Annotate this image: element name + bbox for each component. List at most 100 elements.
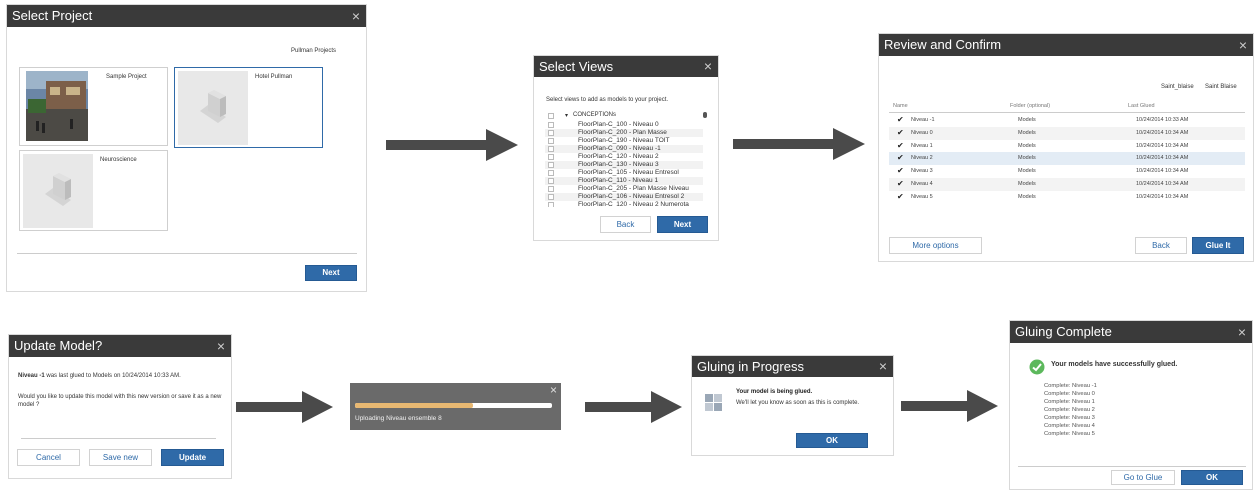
upload-status: Uploading Niveau ensemble 8 bbox=[355, 415, 442, 422]
go-to-glue-button[interactable]: Go to Glue bbox=[1111, 470, 1175, 485]
table-row[interactable]: ✔ Niveau 3 Models 10/24/2014 10:34 AM bbox=[889, 165, 1245, 179]
check-icon[interactable]: ✔ bbox=[897, 192, 904, 201]
review-table: Name Folder (optional) Last Glued ✔ Nivea… bbox=[889, 100, 1245, 204]
select-project-title-bar: Select Project × bbox=[7, 5, 366, 27]
update-model-info: Niveau -1 was last glued to Models on 10… bbox=[18, 373, 228, 379]
folder-name[interactable]: Models bbox=[1018, 117, 1036, 123]
check-icon[interactable]: ✔ bbox=[897, 153, 904, 162]
column-header: Folder (optional) bbox=[1010, 103, 1051, 109]
check-icon[interactable]: ✔ bbox=[897, 166, 904, 175]
check-icon[interactable]: ✔ bbox=[897, 141, 904, 150]
view-checkbox[interactable] bbox=[548, 178, 554, 184]
more-options-button[interactable]: More options bbox=[889, 237, 982, 254]
select-project-title: Select Project bbox=[12, 8, 93, 23]
glue-it-button[interactable]: Glue It bbox=[1192, 237, 1244, 254]
model-name: Niveau 4 bbox=[911, 181, 933, 187]
next-button[interactable]: Next bbox=[305, 265, 357, 281]
view-list-item[interactable]: FloorPlan-C_105 - Niveau Entresol bbox=[545, 169, 703, 177]
gluing-complete-heading: Your models have successfully glued. bbox=[1051, 361, 1178, 368]
last-glued-date: 10/24/2014 10:34 AM bbox=[1136, 142, 1189, 149]
progress-fill bbox=[355, 403, 474, 408]
view-list-item[interactable]: FloorPlan-C_200 - Plan Masse bbox=[545, 129, 703, 137]
folder-name[interactable]: Models bbox=[1018, 181, 1036, 187]
view-checkbox[interactable] bbox=[548, 154, 554, 160]
check-icon[interactable]: ✔ bbox=[897, 115, 904, 124]
view-list-item[interactable]: FloorPlan-C_090 - Niveau -1 bbox=[545, 145, 703, 153]
view-checkbox[interactable] bbox=[548, 162, 554, 168]
view-list-item[interactable]: FloorPlan-C_100 - Niveau 0 bbox=[545, 121, 703, 129]
update-model-title: Update Model? bbox=[14, 338, 103, 353]
close-icon[interactable]: × bbox=[550, 383, 557, 397]
update-button[interactable]: Update bbox=[161, 449, 224, 466]
close-icon[interactable]: × bbox=[1239, 34, 1247, 56]
close-icon[interactable]: × bbox=[704, 56, 712, 77]
view-list-item[interactable]: FloorPlan-C_106 - Niveau Entresol 2 bbox=[545, 193, 703, 201]
view-checkbox[interactable] bbox=[548, 138, 554, 144]
project-card-neuroscience[interactable]: Neuroscience bbox=[19, 150, 168, 231]
check-icon[interactable]: ✔ bbox=[897, 179, 904, 188]
views-list[interactable]: ▾ CONCEPTIONs FloorPlan-C_100 - Niveau 0… bbox=[545, 110, 708, 207]
ok-button[interactable]: OK bbox=[1181, 470, 1243, 485]
table-row[interactable]: ✔ Niveau 5 Models 10/24/2014 10:34 AM bbox=[889, 190, 1245, 204]
close-icon[interactable]: × bbox=[217, 335, 225, 357]
view-name: FloorPlan-C_106 - Niveau Entresol 2 bbox=[578, 193, 685, 200]
project-card-sample[interactable]: Sample Project bbox=[19, 67, 168, 146]
flow-arrow-icon bbox=[236, 391, 333, 423]
view-checkbox[interactable] bbox=[548, 202, 554, 207]
view-name: FloorPlan-C_130 - Niveau 3 bbox=[578, 161, 659, 168]
complete-item: Complete: Niveau 4 bbox=[1044, 423, 1095, 429]
select-views-title-bar: Select Views × bbox=[534, 56, 718, 77]
ok-button[interactable]: OK bbox=[796, 433, 868, 448]
table-row[interactable]: ✔ Niveau 1 Models 10/24/2014 10:34 AM bbox=[889, 139, 1245, 153]
view-list-item[interactable]: FloorPlan-C_190 - Niveau TOIT bbox=[545, 137, 703, 145]
building-icon bbox=[45, 173, 71, 206]
view-list-item[interactable]: FloorPlan-C_120 - Niveau 2 Numerota bbox=[545, 201, 703, 207]
back-button[interactable]: Back bbox=[1135, 237, 1187, 254]
table-row[interactable]: ✔ Niveau -1 Models 10/24/2014 10:33 AM bbox=[889, 114, 1245, 127]
model-name: Niveau 1 bbox=[911, 142, 933, 149]
folder-name[interactable]: Models bbox=[1018, 194, 1036, 200]
view-checkbox[interactable] bbox=[548, 194, 554, 200]
view-checkbox[interactable] bbox=[548, 130, 554, 136]
next-button[interactable]: Next bbox=[657, 216, 708, 233]
flow-arrow-icon bbox=[386, 129, 518, 161]
project-name: Sample Project bbox=[106, 74, 147, 80]
folder-checkbox[interactable] bbox=[548, 113, 554, 119]
folder-name[interactable]: Models bbox=[1018, 168, 1036, 174]
folder-name[interactable]: Models bbox=[1018, 143, 1036, 149]
complete-item: Complete: Niveau 3 bbox=[1044, 415, 1095, 421]
gluing-complete-title: Gluing Complete bbox=[1015, 324, 1112, 339]
view-checkbox[interactable] bbox=[548, 186, 554, 192]
table-row[interactable]: ✔ Niveau 0 Models 10/24/2014 10:34 AM bbox=[889, 126, 1245, 140]
save-new-button[interactable]: Save new bbox=[89, 449, 152, 466]
folder-name[interactable]: Models bbox=[1018, 130, 1036, 136]
view-list-item[interactable]: FloorPlan-C_110 - Niveau 1 bbox=[545, 177, 703, 185]
view-checkbox[interactable] bbox=[548, 122, 554, 128]
view-list-item[interactable]: FloorPlan-C_130 - Niveau 3 bbox=[545, 161, 703, 169]
model-name: Niveau 3 bbox=[911, 168, 933, 175]
table-row[interactable]: ✔ Niveau 4 Models 10/24/2014 10:34 AM bbox=[889, 178, 1245, 191]
scrollbar[interactable] bbox=[703, 112, 707, 118]
close-icon[interactable]: × bbox=[1238, 321, 1246, 343]
view-list-item[interactable]: FloorPlan-C_205 - Plan Masse Niveau bbox=[545, 185, 703, 193]
folder-name[interactable]: Models bbox=[1018, 155, 1036, 161]
close-icon[interactable]: × bbox=[879, 356, 887, 377]
review-project-name: Saint_blaise bbox=[1161, 84, 1194, 90]
hub-name: Pullman Projects bbox=[291, 48, 337, 54]
table-row[interactable]: ✔ Niveau 2 Models 10/24/2014 10:34 AM bbox=[889, 152, 1245, 166]
back-button[interactable]: Back bbox=[600, 216, 651, 233]
complete-item: Complete: Niveau 5 bbox=[1044, 431, 1095, 437]
view-checkbox[interactable] bbox=[548, 146, 554, 152]
divider bbox=[21, 438, 216, 439]
complete-list: Complete: Niveau -1 Complete: Niveau 0 Com… bbox=[1044, 382, 1224, 438]
last-glued-date: 10/24/2014 10:34 AM bbox=[1136, 129, 1189, 136]
check-icon[interactable]: ✔ bbox=[897, 128, 904, 137]
last-glued-date: 10/24/2014 10:34 AM bbox=[1136, 193, 1189, 200]
cancel-button[interactable]: Cancel bbox=[17, 449, 80, 466]
view-list-item[interactable]: FloorPlan-C_120 - Niveau 2 bbox=[545, 153, 703, 161]
project-card-hotel-pullman[interactable]: Hotel Pullman bbox=[174, 67, 323, 148]
view-name: FloorPlan-C_205 - Plan Masse Niveau bbox=[578, 185, 689, 192]
view-checkbox[interactable] bbox=[548, 170, 554, 176]
close-icon[interactable]: × bbox=[352, 5, 360, 27]
caret-icon[interactable]: ▾ bbox=[565, 112, 568, 119]
